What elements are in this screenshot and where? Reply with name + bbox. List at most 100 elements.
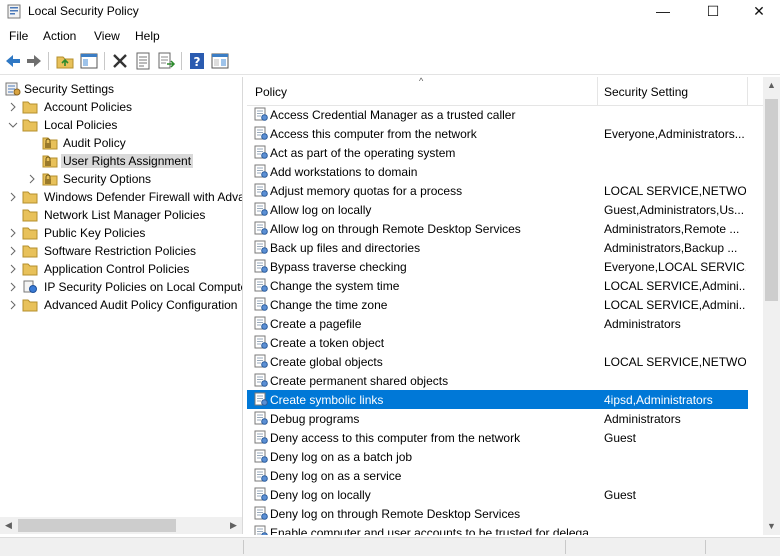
- policy-name: Create symbolic links: [270, 393, 384, 407]
- policy-row[interactable]: Debug programs Administrators: [247, 409, 748, 428]
- menu-help[interactable]: Help: [135, 29, 160, 43]
- policy-row[interactable]: Deny log on as a batch job: [247, 447, 748, 466]
- policy-list[interactable]: Policy ^ Security Setting Access Credent…: [247, 77, 780, 535]
- tree-item-ip-security-policies[interactable]: IP Security Policies on Local Compute: [0, 278, 242, 296]
- status-bar: [0, 537, 780, 556]
- policy-row[interactable]: Add workstations to domain: [247, 162, 748, 181]
- tree-item-security-options[interactable]: Security Options: [0, 170, 240, 188]
- chevron-down-icon[interactable]: [8, 119, 18, 129]
- policy-row[interactable]: Deny log on as a service: [247, 466, 748, 485]
- scrollbar-thumb[interactable]: [765, 99, 778, 301]
- tree-item-user-rights-assignment[interactable]: User Rights Assignment: [0, 152, 240, 170]
- show-pane-icon[interactable]: [210, 51, 230, 71]
- up-folder-icon[interactable]: [55, 51, 75, 71]
- close-button[interactable]: ✕: [736, 0, 780, 24]
- policy-setting-icon: [254, 278, 268, 292]
- security-setting-value: Administrators: [604, 317, 681, 331]
- policy-row[interactable]: Change the system time LOCAL SERVICE,Admi…: [247, 276, 748, 295]
- tree-root-security-settings[interactable]: Security Settings: [0, 80, 240, 98]
- forward-icon[interactable]: [24, 51, 44, 71]
- delete-icon[interactable]: [110, 51, 130, 71]
- tree-item-application-control[interactable]: Application Control Policies: [0, 260, 240, 278]
- menu-bar: File Action View Help: [0, 26, 780, 46]
- policy-row[interactable]: Create a pagefile Administrators: [247, 314, 748, 333]
- policy-row[interactable]: Deny log on locally Guest: [247, 485, 748, 504]
- column-policy[interactable]: Policy: [255, 85, 287, 99]
- tree-item-audit-policy[interactable]: Audit Policy: [0, 134, 240, 152]
- policy-row[interactable]: Create symbolic links 4ipsd,Administrator…: [247, 390, 748, 409]
- show-hide-tree-icon[interactable]: [79, 51, 99, 71]
- tree-horizontal-scrollbar[interactable]: ◀ ▶: [0, 517, 242, 534]
- policy-setting-icon: [254, 107, 268, 121]
- export-list-icon[interactable]: [156, 51, 176, 71]
- policy-setting-icon: [254, 487, 268, 501]
- policy-row[interactable]: Deny access to this computer from the ne…: [247, 428, 748, 447]
- tree-label: User Rights Assignment: [61, 154, 194, 168]
- back-icon[interactable]: [3, 51, 23, 71]
- policy-setting-icon: [254, 259, 268, 273]
- security-setting-value: LOCAL SERVICE,Admini...: [604, 298, 746, 312]
- help-icon[interactable]: ?: [187, 51, 207, 71]
- policy-row[interactable]: Act as part of the operating system: [247, 143, 748, 162]
- security-setting-value: Administrators,Backup ...: [604, 241, 738, 255]
- column-security-setting[interactable]: Security Setting: [604, 85, 688, 99]
- menu-view[interactable]: View: [94, 29, 120, 43]
- folder-icon: [22, 225, 38, 240]
- chevron-right-icon[interactable]: [8, 191, 18, 202]
- policy-row[interactable]: Allow log on through Remote Desktop Serv…: [247, 219, 748, 238]
- scroll-up-icon[interactable]: ▲: [763, 77, 780, 94]
- menu-file[interactable]: File: [9, 29, 28, 43]
- policy-name: Bypass traverse checking: [270, 260, 407, 274]
- tree-item-public-key-policies[interactable]: Public Key Policies: [0, 224, 240, 242]
- policy-setting-icon: [254, 297, 268, 311]
- policy-setting-icon: [254, 354, 268, 368]
- policy-row[interactable]: Change the time zone LOCAL SERVICE,Admini…: [247, 295, 748, 314]
- tree-item-local-policies[interactable]: Local Policies: [0, 116, 240, 134]
- policy-row[interactable]: Allow log on locally Guest,Administrators…: [247, 200, 748, 219]
- policy-name: Create a pagefile: [270, 317, 362, 331]
- navigation-tree[interactable]: Security Settings Account Policies Local…: [0, 77, 243, 534]
- window-title: Local Security Policy: [28, 4, 139, 18]
- chevron-right-icon[interactable]: [8, 245, 18, 256]
- chevron-right-icon[interactable]: [8, 281, 18, 292]
- chevron-right-icon[interactable]: [8, 101, 18, 112]
- policy-row[interactable]: Access Credential Manager as a trusted c…: [247, 105, 748, 124]
- menu-action[interactable]: Action: [43, 29, 76, 43]
- policy-row[interactable]: Access this computer from the network Eve…: [247, 124, 748, 143]
- security-settings-icon: [5, 81, 21, 96]
- tree-item-advanced-audit-policy[interactable]: Advanced Audit Policy Configuration: [0, 296, 242, 314]
- folder-icon: [22, 243, 38, 258]
- policy-name: Act as part of the operating system: [270, 146, 456, 160]
- tree-label: Audit Policy: [63, 136, 126, 150]
- chevron-right-icon[interactable]: [27, 173, 37, 184]
- policy-row[interactable]: Create permanent shared objects: [247, 371, 748, 390]
- tree-item-network-list-manager[interactable]: Network List Manager Policies: [0, 206, 240, 224]
- policy-row[interactable]: Enable computer and user accounts to be …: [247, 523, 748, 535]
- scroll-left-icon[interactable]: ◀: [0, 517, 17, 534]
- maximize-button[interactable]: ☐: [690, 0, 736, 24]
- scrollbar-thumb[interactable]: [18, 519, 176, 532]
- properties-icon[interactable]: [133, 51, 153, 71]
- chevron-right-icon[interactable]: [8, 227, 18, 238]
- chevron-right-icon[interactable]: [8, 299, 18, 310]
- minimize-button[interactable]: —: [640, 0, 686, 24]
- column-divider[interactable]: [597, 77, 598, 105]
- security-setting-value: 4ipsd,Administrators: [604, 393, 713, 407]
- policy-row[interactable]: Create a token object: [247, 333, 748, 352]
- tree-item-windows-defender-firewall[interactable]: Windows Defender Firewall with Adva: [0, 188, 242, 206]
- tree-item-account-policies[interactable]: Account Policies: [0, 98, 240, 116]
- policy-setting-icon: [254, 525, 268, 535]
- chevron-right-icon[interactable]: [8, 263, 18, 274]
- list-vertical-scrollbar[interactable]: ▲ ▼: [763, 77, 780, 535]
- scroll-down-icon[interactable]: ▼: [763, 518, 780, 535]
- column-divider[interactable]: [747, 77, 748, 105]
- policy-name: Debug programs: [270, 412, 360, 426]
- scroll-right-icon[interactable]: ▶: [225, 517, 242, 534]
- policy-row[interactable]: Bypass traverse checking Everyone,LOCAL S…: [247, 257, 748, 276]
- tree-item-software-restriction[interactable]: Software Restriction Policies: [0, 242, 240, 260]
- policy-row[interactable]: Back up files and directories Administrat…: [247, 238, 748, 257]
- policy-row[interactable]: Adjust memory quotas for a process LOCAL …: [247, 181, 748, 200]
- security-setting-value: Administrators,Remote ...: [604, 222, 740, 236]
- policy-row[interactable]: Deny log on through Remote Desktop Servi…: [247, 504, 748, 523]
- policy-row[interactable]: Create global objects LOCAL SERVICE,NETWO…: [247, 352, 748, 371]
